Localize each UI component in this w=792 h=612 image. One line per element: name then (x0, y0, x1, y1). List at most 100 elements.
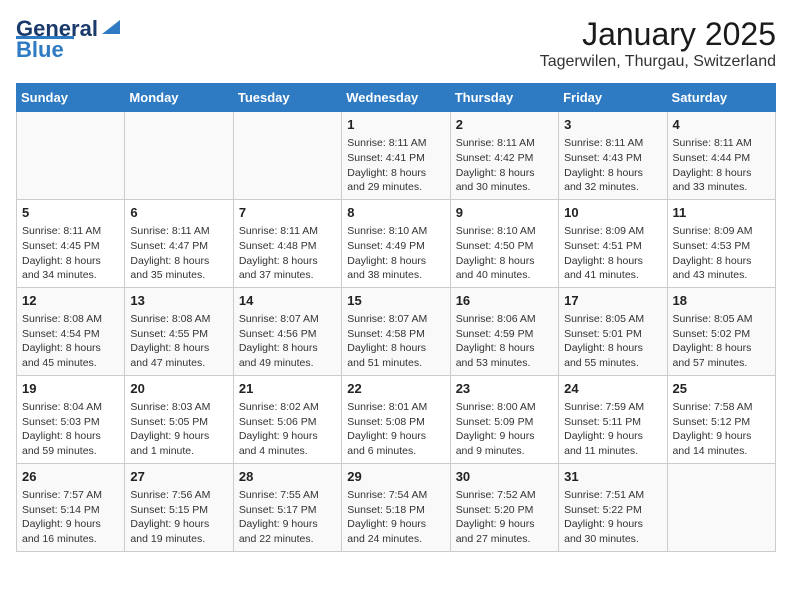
day-number: 18 (673, 292, 770, 310)
title-block: January 2025 Tagerwilen, Thurgau, Switze… (540, 16, 776, 71)
day-number: 28 (239, 468, 336, 486)
day-number: 12 (22, 292, 119, 310)
day-number: 30 (456, 468, 553, 486)
day-number: 13 (130, 292, 227, 310)
day-number: 20 (130, 380, 227, 398)
calendar-cell: 30Sunrise: 7:52 AM Sunset: 5:20 PM Dayli… (450, 463, 558, 551)
logo-blue: Blue (16, 39, 64, 61)
logo: General Blue (16, 16, 122, 61)
calendar-header-row: SundayMondayTuesdayWednesdayThursdayFrid… (17, 84, 776, 112)
day-info: Sunrise: 8:07 AM Sunset: 4:56 PM Dayligh… (239, 312, 336, 371)
calendar-cell (667, 463, 775, 551)
calendar-cell: 10 Sunrise: 8:09 AM Sunset: 4:51 PM Dayli… (559, 199, 667, 287)
day-number: 25 (673, 380, 770, 398)
day-info: Sunrise: 8:11 AM Sunset: 4:41 PM Dayligh… (347, 136, 444, 195)
calendar-cell (233, 112, 341, 200)
calendar-cell: 15 Sunrise: 8:07 AM Sunset: 4:58 PM Dayli… (342, 287, 450, 375)
day-number: 7 (239, 204, 336, 222)
calendar-cell: 25 Sunrise: 7:58 AM Sunset: 5:12 PM Dayli… (667, 375, 775, 463)
day-info: Sunrise: 8:08 AM Sunset: 4:55 PM Dayligh… (130, 312, 227, 371)
day-info: Sunrise: 7:56 AM Sunset: 5:15 PM Dayligh… (130, 488, 227, 547)
day-number: 10 (564, 204, 661, 222)
day-info: Sunrise: 8:05 AM Sunset: 5:01 PM Dayligh… (564, 312, 661, 371)
calendar-cell: 1 Sunrise: 8:11 AM Sunset: 4:41 PM Daylig… (342, 112, 450, 200)
day-number: 26 (22, 468, 119, 486)
day-info: Sunrise: 7:55 AM Sunset: 5:17 PM Dayligh… (239, 488, 336, 547)
day-number: 31 (564, 468, 661, 486)
day-info: Sunrise: 8:07 AM Sunset: 4:58 PM Dayligh… (347, 312, 444, 371)
day-info: Sunrise: 8:09 AM Sunset: 4:51 PM Dayligh… (564, 224, 661, 283)
day-number: 11 (673, 204, 770, 222)
day-number: 23 (456, 380, 553, 398)
logo-triangle-icon (100, 16, 122, 38)
day-number: 4 (673, 116, 770, 134)
calendar-cell: 28 Sunrise: 7:55 AM Sunset: 5:17 PM Dayli… (233, 463, 341, 551)
calendar-cell: 19 Sunrise: 8:04 AM Sunset: 5:03 PM Dayli… (17, 375, 125, 463)
calendar-cell: 6Sunrise: 8:11 AM Sunset: 4:47 PM Daylig… (125, 199, 233, 287)
calendar-cell: 9 Sunrise: 8:10 AM Sunset: 4:50 PM Daylig… (450, 199, 558, 287)
day-info: Sunrise: 8:10 AM Sunset: 4:49 PM Dayligh… (347, 224, 444, 283)
day-header-thursday: Thursday (450, 84, 558, 112)
day-info: Sunrise: 7:59 AM Sunset: 5:11 PM Dayligh… (564, 400, 661, 459)
day-info: Sunrise: 8:08 AM Sunset: 4:54 PM Dayligh… (22, 312, 119, 371)
day-info: Sunrise: 8:11 AM Sunset: 4:44 PM Dayligh… (673, 136, 770, 195)
calendar-cell: 16Sunrise: 8:06 AM Sunset: 4:59 PM Dayli… (450, 287, 558, 375)
calendar-cell: 22Sunrise: 8:01 AM Sunset: 5:08 PM Dayli… (342, 375, 450, 463)
day-info: Sunrise: 8:11 AM Sunset: 4:48 PM Dayligh… (239, 224, 336, 283)
calendar-cell: 14 Sunrise: 8:07 AM Sunset: 4:56 PM Dayli… (233, 287, 341, 375)
day-number: 5 (22, 204, 119, 222)
day-number: 21 (239, 380, 336, 398)
calendar-cell (17, 112, 125, 200)
calendar-week-row: 1 Sunrise: 8:11 AM Sunset: 4:41 PM Daylig… (17, 112, 776, 200)
page-title: January 2025 (540, 16, 776, 53)
day-header-saturday: Saturday (667, 84, 775, 112)
day-number: 17 (564, 292, 661, 310)
calendar-cell: 27 Sunrise: 7:56 AM Sunset: 5:15 PM Dayli… (125, 463, 233, 551)
calendar-cell: 31Sunrise: 7:51 AM Sunset: 5:22 PM Dayli… (559, 463, 667, 551)
day-number: 15 (347, 292, 444, 310)
day-number: 8 (347, 204, 444, 222)
day-number: 9 (456, 204, 553, 222)
day-number: 27 (130, 468, 227, 486)
calendar-week-row: 5Sunrise: 8:11 AM Sunset: 4:45 PM Daylig… (17, 199, 776, 287)
calendar-cell: 5Sunrise: 8:11 AM Sunset: 4:45 PM Daylig… (17, 199, 125, 287)
day-number: 29 (347, 468, 444, 486)
calendar-week-row: 19 Sunrise: 8:04 AM Sunset: 5:03 PM Dayli… (17, 375, 776, 463)
calendar-cell: 2 Sunrise: 8:11 AM Sunset: 4:42 PM Daylig… (450, 112, 558, 200)
day-info: Sunrise: 8:10 AM Sunset: 4:50 PM Dayligh… (456, 224, 553, 283)
calendar-cell: 21 Sunrise: 8:02 AM Sunset: 5:06 PM Dayli… (233, 375, 341, 463)
day-info: Sunrise: 8:11 AM Sunset: 4:43 PM Dayligh… (564, 136, 661, 195)
day-info: Sunrise: 8:02 AM Sunset: 5:06 PM Dayligh… (239, 400, 336, 459)
day-info: Sunrise: 7:54 AM Sunset: 5:18 PM Dayligh… (347, 488, 444, 547)
calendar-cell: 29 Sunrise: 7:54 AM Sunset: 5:18 PM Dayli… (342, 463, 450, 551)
calendar-cell: 4 Sunrise: 8:11 AM Sunset: 4:44 PM Daylig… (667, 112, 775, 200)
calendar-cell: 11 Sunrise: 8:09 AM Sunset: 4:53 PM Dayli… (667, 199, 775, 287)
day-info: Sunrise: 8:11 AM Sunset: 4:47 PM Dayligh… (130, 224, 227, 283)
calendar-cell: 12 Sunrise: 8:08 AM Sunset: 4:54 PM Dayli… (17, 287, 125, 375)
calendar-cell: 3 Sunrise: 8:11 AM Sunset: 4:43 PM Daylig… (559, 112, 667, 200)
day-header-friday: Friday (559, 84, 667, 112)
day-info: Sunrise: 8:11 AM Sunset: 4:42 PM Dayligh… (456, 136, 553, 195)
day-number: 3 (564, 116, 661, 134)
calendar-week-row: 26Sunrise: 7:57 AM Sunset: 5:14 PM Dayli… (17, 463, 776, 551)
day-info: Sunrise: 8:04 AM Sunset: 5:03 PM Dayligh… (22, 400, 119, 459)
day-info: Sunrise: 8:01 AM Sunset: 5:08 PM Dayligh… (347, 400, 444, 459)
calendar-cell: 20 Sunrise: 8:03 AM Sunset: 5:05 PM Dayli… (125, 375, 233, 463)
calendar-week-row: 12 Sunrise: 8:08 AM Sunset: 4:54 PM Dayli… (17, 287, 776, 375)
calendar-cell: 17 Sunrise: 8:05 AM Sunset: 5:01 PM Dayli… (559, 287, 667, 375)
day-header-wednesday: Wednesday (342, 84, 450, 112)
day-number: 19 (22, 380, 119, 398)
day-number: 14 (239, 292, 336, 310)
day-info: Sunrise: 8:06 AM Sunset: 4:59 PM Dayligh… (456, 312, 553, 371)
calendar-cell: 26Sunrise: 7:57 AM Sunset: 5:14 PM Dayli… (17, 463, 125, 551)
calendar-cell: 23Sunrise: 8:00 AM Sunset: 5:09 PM Dayli… (450, 375, 558, 463)
day-number: 2 (456, 116, 553, 134)
day-info: Sunrise: 8:03 AM Sunset: 5:05 PM Dayligh… (130, 400, 227, 459)
day-info: Sunrise: 8:05 AM Sunset: 5:02 PM Dayligh… (673, 312, 770, 371)
day-number: 1 (347, 116, 444, 134)
calendar-cell: 7 Sunrise: 8:11 AM Sunset: 4:48 PM Daylig… (233, 199, 341, 287)
calendar-cell: 18 Sunrise: 8:05 AM Sunset: 5:02 PM Dayli… (667, 287, 775, 375)
calendar-cell: 13 Sunrise: 8:08 AM Sunset: 4:55 PM Dayli… (125, 287, 233, 375)
day-info: Sunrise: 8:09 AM Sunset: 4:53 PM Dayligh… (673, 224, 770, 283)
day-info: Sunrise: 7:58 AM Sunset: 5:12 PM Dayligh… (673, 400, 770, 459)
